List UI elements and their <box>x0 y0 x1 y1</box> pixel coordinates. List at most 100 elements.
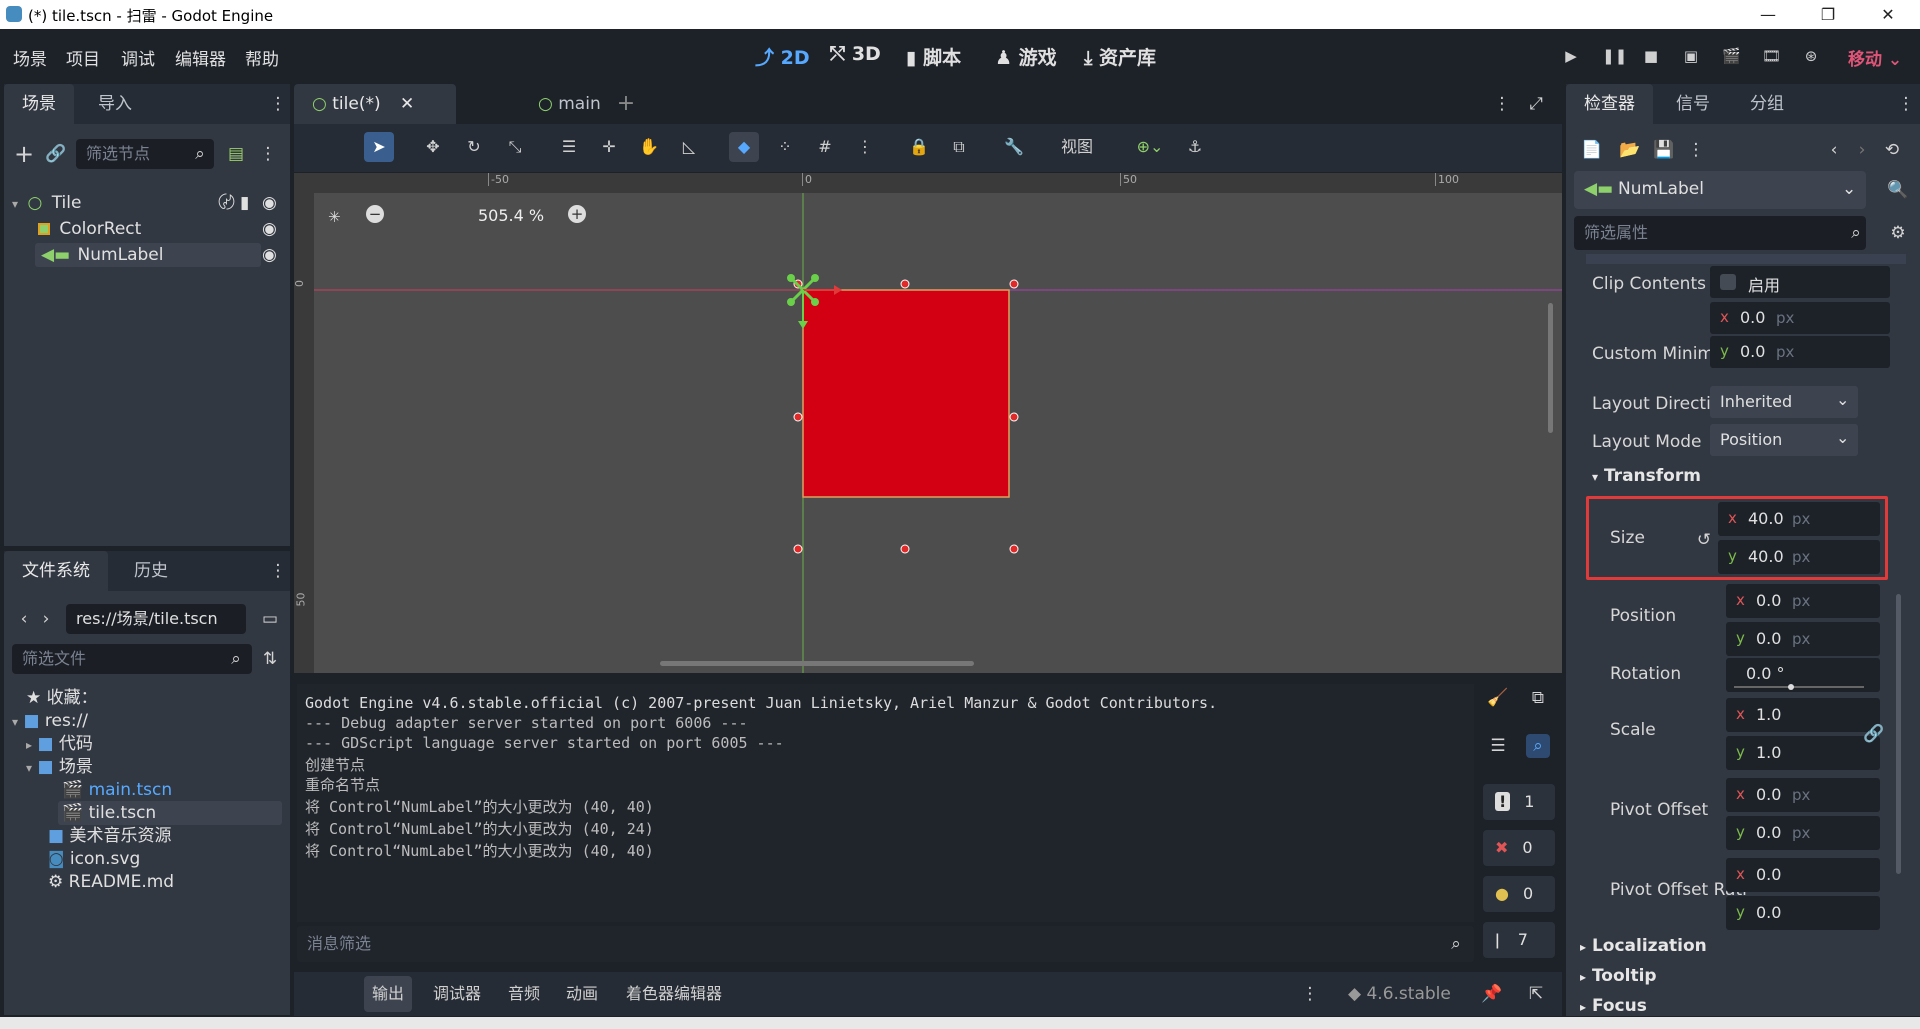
folder-res[interactable]: ▾ ■ res:// <box>12 709 88 733</box>
file-readme[interactable]: ⚙ README.md <box>48 870 174 894</box>
tab-signals[interactable]: 信号 <box>1658 84 1728 124</box>
property-filter-input[interactable]: 筛选属性 <box>1574 216 1866 250</box>
horizontal-scrollbar[interactable] <box>660 661 974 666</box>
group-icon[interactable]: ⧉ <box>944 132 974 162</box>
ruler-tool-icon[interactable]: ◺ <box>674 132 704 162</box>
history-icon[interactable]: ⟲ <box>1880 138 1904 162</box>
path-field[interactable]: res://场景/tile.tscn <box>66 604 246 634</box>
bone-icon[interactable]: 🔧 <box>999 132 1029 162</box>
message-count-badge[interactable]: ! 1 <box>1483 784 1555 820</box>
save-icon[interactable]: 💾 <box>1652 138 1676 162</box>
clip-contents-checkbox[interactable]: 启用 <box>1710 266 1890 298</box>
custom-min-x-field[interactable]: x 0.0 px <box>1710 302 1890 334</box>
signal-icon[interactable]: 〄 <box>218 191 235 215</box>
kebab-menu-icon[interactable]: ⋮ <box>1894 92 1918 116</box>
history-forward-icon[interactable]: › <box>1850 138 1874 162</box>
minimize-button[interactable]: — <box>1746 2 1790 28</box>
layout-direction-select[interactable]: Inherited ⌄ <box>1710 386 1858 418</box>
select-tool-icon[interactable]: ➤ <box>364 132 394 162</box>
smart-snap-icon[interactable]: ◆ <box>729 132 759 162</box>
lock-icon[interactable]: 🔒 <box>904 132 934 162</box>
file-filter-input[interactable]: 筛选文件 <box>12 644 252 674</box>
play-scene-icon[interactable]: 🎬 <box>1722 47 1741 65</box>
add-anchor-icon[interactable]: ⊕⌄ <box>1126 132 1174 162</box>
file-icon-svg[interactable]: ◙ icon.svg <box>48 847 140 871</box>
folder-art-music[interactable]: ■ 美术音乐资源 <box>48 824 171 848</box>
instance-scene-icon[interactable]: ▤ <box>224 142 248 166</box>
workspace-assetlib-button[interactable]: ⤓ 资产库 <box>1084 43 1156 70</box>
tab-audio[interactable]: 音频 <box>500 976 548 1012</box>
tree-item-numlabel[interactable]: ◀▬ NumLabel <box>35 243 261 267</box>
close-window-button[interactable]: ✕ <box>1866 2 1910 28</box>
tab-history[interactable]: 历史 <box>116 551 186 591</box>
menu-help[interactable]: 帮助 <box>245 45 279 70</box>
localization-section-header[interactable]: ▸ Localization <box>1580 936 1707 956</box>
add-node-icon[interactable]: + <box>12 142 36 166</box>
script-attached-icon[interactable]: ▮ <box>240 191 249 215</box>
pivot-ratio-x-field[interactable]: x 0.0 <box>1726 858 1880 892</box>
anchor-icon[interactable]: ⚓ <box>1180 132 1210 162</box>
pivot-offset-y-field[interactable]: y 0.0 px <box>1726 816 1880 850</box>
list-select-icon[interactable]: ☰ <box>554 132 584 162</box>
workspace-3d-button[interactable]: ⤲ 3D <box>830 43 881 65</box>
remote-debug-icon[interactable]: ▣ <box>1682 47 1700 65</box>
object-properties-icon[interactable]: 🔍 <box>1886 178 1910 202</box>
tab-shader-editor[interactable]: 着色器编辑器 <box>618 976 730 1012</box>
link-ratio-icon[interactable]: 🔗 <box>1862 722 1886 746</box>
collapse-arrow-icon[interactable]: ▾ <box>12 197 18 211</box>
tab-scene[interactable]: 场景 <box>4 84 74 124</box>
pause-icon[interactable]: ❚❚ <box>1602 47 1627 65</box>
layout-mode-select[interactable]: Position ⌄ <box>1710 424 1858 456</box>
new-resource-icon[interactable]: 📄 <box>1580 138 1604 162</box>
custom-min-y-field[interactable]: y 0.0 px <box>1710 336 1890 368</box>
renderer-selector[interactable]: 移动 ⌄ <box>1848 45 1902 70</box>
split-view-icon[interactable]: ▭ <box>258 607 282 631</box>
size-x-field[interactable]: x 40.0 px <box>1718 502 1880 536</box>
pivot-ratio-y-field[interactable]: y 0.0 <box>1726 896 1880 930</box>
kebab-menu-icon[interactable]: ⋮ <box>1490 92 1514 116</box>
clear-output-icon[interactable]: 🧹 <box>1486 686 1510 710</box>
vertical-scrollbar[interactable] <box>1548 303 1553 433</box>
workspace-script-button[interactable]: ▮ 脚本 <box>906 43 961 70</box>
menu-debug[interactable]: 调试 <box>121 45 155 70</box>
tab-inspector[interactable]: 检查器 <box>1566 84 1653 124</box>
view-menu[interactable]: 视图 <box>1052 132 1102 162</box>
zoom-level[interactable]: 505.4 % <box>478 206 544 225</box>
kebab-menu-icon[interactable]: ⋮ <box>266 559 290 583</box>
visibility-eye-icon[interactable]: ◉ <box>262 217 277 241</box>
expand-panel-icon[interactable]: ⇱ <box>1524 982 1548 1006</box>
rotation-slider[interactable]: 0.0 ° <box>1726 658 1880 692</box>
position-y-field[interactable]: y 0.0 px <box>1726 622 1880 656</box>
tab-animation[interactable]: 动画 <box>558 976 606 1012</box>
stop-icon[interactable]: ■ <box>1642 47 1660 65</box>
scale-tool-icon[interactable]: ⤡ <box>500 132 530 162</box>
more-options-icon[interactable]: ⋮ <box>1684 138 1708 162</box>
grid-snap-icon[interactable]: # <box>810 132 840 162</box>
folder-code[interactable]: ▸ ■ 代码 <box>26 732 93 756</box>
error-count-badge[interactable]: ✖ 0 <box>1483 830 1555 866</box>
movie-maker-icon[interactable]: ⊛ <box>1802 47 1820 65</box>
tab-tile[interactable]: ○ tile(*) ✕ <box>294 84 456 124</box>
transform-section-header[interactable]: ▾ Transform <box>1592 466 1701 486</box>
snap-options-icon[interactable]: ⁘ <box>770 132 800 162</box>
pan-tool-icon[interactable]: ✋ <box>634 132 664 162</box>
collapse-output-icon[interactable]: ☰ <box>1486 734 1510 758</box>
message-filter-input[interactable]: 消息筛选 <box>297 926 1474 962</box>
center-view-icon[interactable]: ✳ <box>328 208 341 226</box>
size-y-field[interactable]: y 40.0 px <box>1718 540 1880 574</box>
tab-debugger[interactable]: 调试器 <box>425 976 489 1012</box>
workspace-game-button[interactable]: ♟ 游戏 <box>995 43 1057 70</box>
menu-project[interactable]: 项目 <box>66 45 100 70</box>
copy-output-icon[interactable]: ⧉ <box>1526 686 1550 710</box>
play-custom-icon[interactable]: 🎞 <box>1762 47 1781 65</box>
sort-icon[interactable]: ⇅ <box>258 647 282 671</box>
move-tool-icon[interactable]: ✥ <box>418 132 448 162</box>
rotate-tool-icon[interactable]: ↻ <box>459 132 489 162</box>
tab-filesystem[interactable]: 文件系统 <box>4 551 108 591</box>
zoom-in-icon[interactable]: + <box>568 205 586 223</box>
favorites-item[interactable]: ★ 收藏： <box>26 686 98 710</box>
revert-icon[interactable]: ↺ <box>1692 528 1716 552</box>
visibility-eye-icon[interactable]: ◉ <box>262 191 277 215</box>
warning-count-badge[interactable]: ● 0 <box>1483 876 1555 912</box>
scale-y-field[interactable]: y 1.0 <box>1726 736 1880 770</box>
